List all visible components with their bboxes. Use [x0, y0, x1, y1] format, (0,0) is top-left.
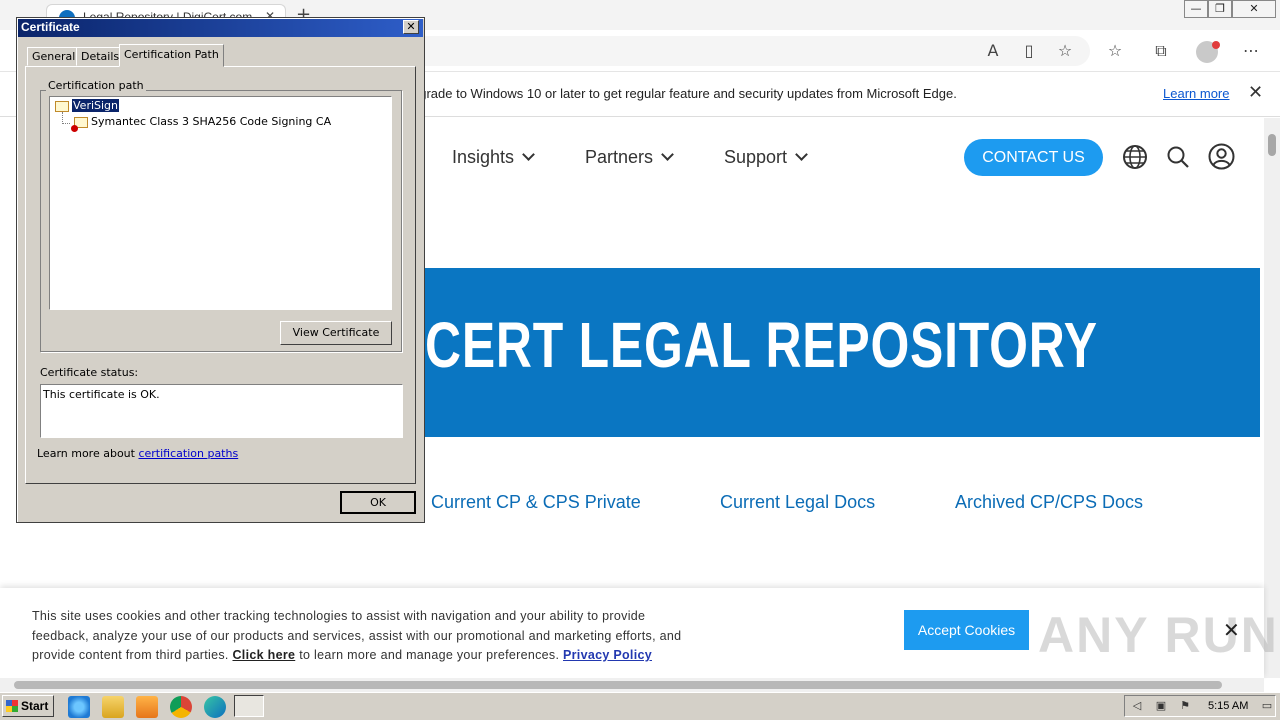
- cookie-message: This site uses cookies and other trackin…: [32, 607, 692, 666]
- restore-button[interactable]: ❐: [1208, 0, 1232, 18]
- nav-label: Insights: [452, 147, 515, 167]
- media-player-icon[interactable]: [136, 696, 158, 718]
- learn-more-link[interactable]: Learn more: [1163, 86, 1229, 101]
- tree-item-label: VeriSign: [72, 99, 120, 112]
- tab-certification-path[interactable]: Certification Path: [119, 44, 224, 67]
- chevron-down-icon: [661, 148, 674, 161]
- collections-icon[interactable]: ⧉: [1150, 40, 1172, 62]
- certificate-status-text: This certificate is OK.: [40, 384, 403, 438]
- chrome-icon[interactable]: [170, 696, 192, 718]
- ie-icon[interactable]: [68, 696, 90, 718]
- tab-details[interactable]: Details: [76, 47, 125, 66]
- globe-icon[interactable]: [1122, 144, 1148, 170]
- hero-title: CERT LEGAL REPOSITORY: [425, 309, 1098, 381]
- learn-more-prefix: Learn more about: [37, 447, 135, 460]
- dialog-close-button[interactable]: ✕: [403, 20, 419, 34]
- account-icon[interactable]: [1208, 143, 1235, 170]
- taskbar: [0, 692, 1280, 720]
- click-here-link[interactable]: Click here: [232, 648, 295, 662]
- tree-item-verisign[interactable]: VeriSign: [55, 99, 120, 112]
- scrollbar-thumb[interactable]: [1268, 134, 1276, 156]
- edge-icon[interactable]: [204, 696, 226, 718]
- nav-partners[interactable]: Partners: [585, 147, 674, 168]
- scrollbar-thumb[interactable]: [14, 681, 1222, 689]
- accept-cookies-button[interactable]: Accept Cookies: [904, 610, 1029, 650]
- learn-more-line: Learn more about certification paths: [37, 447, 238, 460]
- certificate-warning-icon: [71, 116, 88, 132]
- vertical-scrollbar[interactable]: [1264, 118, 1280, 678]
- cookie-text-tail: to learn more and manage your preference…: [299, 648, 560, 662]
- tree-item-symantec[interactable]: Symantec Class 3 SHA256 Code Signing CA: [71, 115, 332, 132]
- infobar-close-icon[interactable]: ✕: [1248, 82, 1263, 103]
- nav-insights[interactable]: Insights: [452, 147, 535, 168]
- action-center-flag-icon[interactable]: ⚑: [1178, 699, 1192, 713]
- certificate-icon: [55, 100, 69, 112]
- explorer-icon[interactable]: [102, 696, 124, 718]
- view-certificate-button[interactable]: View Certificate: [280, 321, 392, 345]
- taskbar-clock: 5:15 AM: [1208, 700, 1249, 712]
- archived-cp-cps-docs-link[interactable]: Archived CP/CPS Docs: [955, 492, 1143, 513]
- more-icon[interactable]: ⋯: [1240, 40, 1262, 62]
- volume-icon[interactable]: ◁: [1130, 699, 1144, 713]
- system-tray: [1124, 695, 1276, 717]
- search-icon[interactable]: [1166, 145, 1190, 169]
- show-desktop-icon[interactable]: ▭: [1260, 699, 1274, 713]
- add-favorite-icon[interactable]: ☆: [1054, 40, 1076, 62]
- tab-general[interactable]: General: [27, 47, 81, 66]
- chevron-down-icon: [522, 148, 535, 161]
- cookie-close-icon[interactable]: ✕: [1223, 618, 1240, 642]
- certification-path-tree[interactable]: [49, 96, 392, 310]
- nav-support[interactable]: Support: [724, 147, 808, 168]
- tree-item-label: Symantec Class 3 SHA256 Code Signing CA: [91, 115, 332, 128]
- privacy-policy-link[interactable]: Privacy Policy: [563, 648, 652, 662]
- favorites-icon[interactable]: ☆: [1104, 40, 1126, 62]
- ok-button[interactable]: OK: [340, 491, 416, 514]
- nav-label: Support: [724, 147, 788, 167]
- infobar-message: pgrade to Windows 10 or later to get reg…: [412, 86, 957, 101]
- certificate-window-icon[interactable]: [234, 695, 264, 717]
- start-button[interactable]: Start: [2, 695, 54, 717]
- network-icon[interactable]: ▣: [1154, 699, 1168, 713]
- tree-connector: [62, 112, 70, 124]
- dialog-title: Certificate: [21, 20, 80, 34]
- nav-label: Partners: [585, 147, 654, 167]
- anyrun-watermark: ANY RUN: [1038, 607, 1279, 663]
- horizontal-scrollbar[interactable]: [0, 678, 1264, 692]
- profile-icon[interactable]: [1196, 41, 1220, 63]
- immersive-reader-icon[interactable]: ▯: [1018, 40, 1040, 62]
- window-close-button[interactable]: ✕: [1232, 0, 1276, 18]
- certificate-status-label: Certificate status:: [40, 366, 139, 379]
- current-cp-cps-private-link[interactable]: Current CP & CPS Private: [431, 492, 641, 513]
- certification-path-label: Certification path: [46, 79, 146, 92]
- minimize-button[interactable]: —: [1184, 0, 1208, 18]
- contact-us-button[interactable]: CONTACT US: [964, 139, 1103, 176]
- chevron-down-icon: [795, 148, 808, 161]
- read-aloud-icon[interactable]: A: [982, 40, 1004, 62]
- certification-paths-link[interactable]: certification paths: [138, 447, 238, 460]
- current-legal-docs-link[interactable]: Current Legal Docs: [720, 492, 875, 513]
